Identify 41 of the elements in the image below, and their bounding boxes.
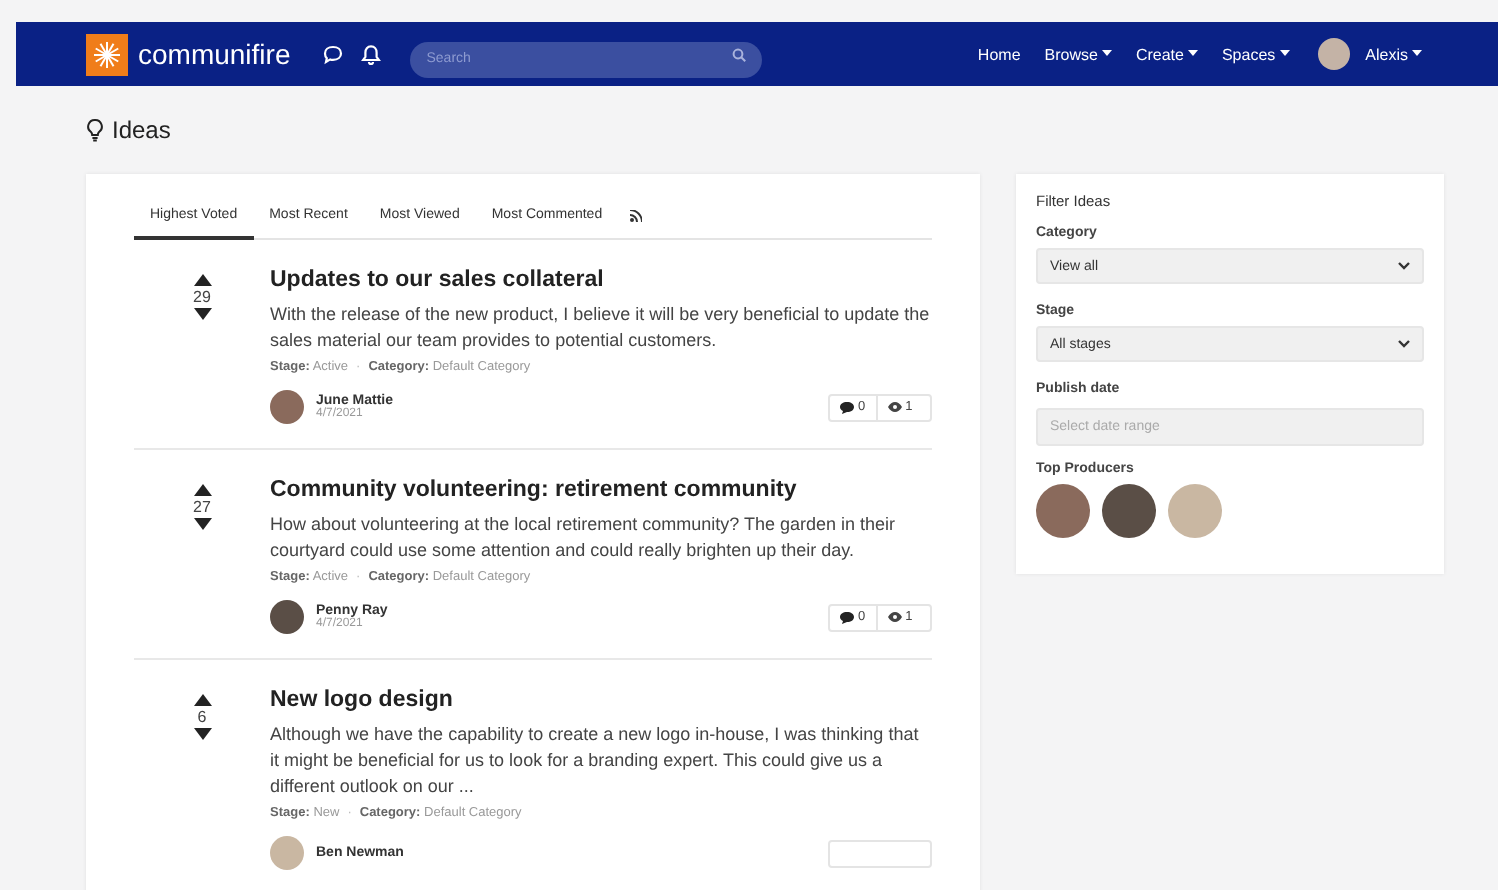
author-avatar [270, 390, 304, 424]
nav-link[interactable]: Spaces [1221, 45, 1290, 63]
nav-link[interactable]: Create [1135, 45, 1198, 63]
idea-description: How about volunteering at the local retirement community? The garden in their courtyard could use some attention and could really brighten up their day. [270, 512, 898, 564]
vote-count: 29 [193, 288, 211, 306]
chevron-icon [1398, 262, 1410, 270]
chevron-icon [1398, 340, 1410, 348]
author-avatar [270, 836, 304, 870]
nav-link[interactable]: Home [977, 45, 1021, 63]
idea-title[interactable]: Updates to our sales collateral [270, 268, 932, 292]
downvote-icon[interactable] [193, 308, 211, 320]
user-menu[interactable]: Alexis [1365, 45, 1422, 63]
search-icon [732, 47, 747, 61]
chat-bubble-icon[interactable] [322, 43, 345, 65]
logo-icon [86, 33, 128, 75]
idea-description: Although we have the capability to create a new logo in-house, I was thinking that it might be beneficial for us to look for a branding expert. This could give us a different outlook on our ... [270, 722, 921, 800]
downvote-icon[interactable] [193, 728, 211, 740]
upvote-icon[interactable] [193, 694, 211, 706]
nav-link[interactable]: Browse [1044, 45, 1112, 63]
producer-avatar[interactable] [1102, 484, 1156, 538]
vote-count: 27 [193, 498, 211, 516]
eye-icon [887, 402, 902, 412]
upvote-icon[interactable] [193, 274, 211, 286]
user-avatar[interactable] [1317, 38, 1350, 70]
idea-description: With the release of the new product, I believe it will be very beneficial to update the sales material our team provides to potential customers. [270, 302, 932, 354]
comment-icon [840, 401, 854, 413]
downvote-icon[interactable] [193, 518, 211, 530]
idea-title[interactable]: Community volunteering: retirement community [270, 478, 932, 502]
comment-icon [840, 611, 854, 623]
upvote-icon[interactable] [193, 484, 211, 496]
vote-count: 6 [197, 708, 207, 726]
bell-icon[interactable] [360, 43, 383, 65]
stats-group [828, 839, 932, 867]
idea-title[interactable]: New logo design [270, 688, 932, 712]
author-avatar [270, 600, 304, 634]
eye-icon [887, 612, 902, 622]
lightbulb-icon [86, 118, 104, 142]
page-title: Ideas [112, 116, 171, 144]
producer-avatar[interactable] [1036, 484, 1090, 538]
rss-icon[interactable] [630, 210, 643, 222]
logo-text[interactable]: communifire [138, 38, 291, 70]
